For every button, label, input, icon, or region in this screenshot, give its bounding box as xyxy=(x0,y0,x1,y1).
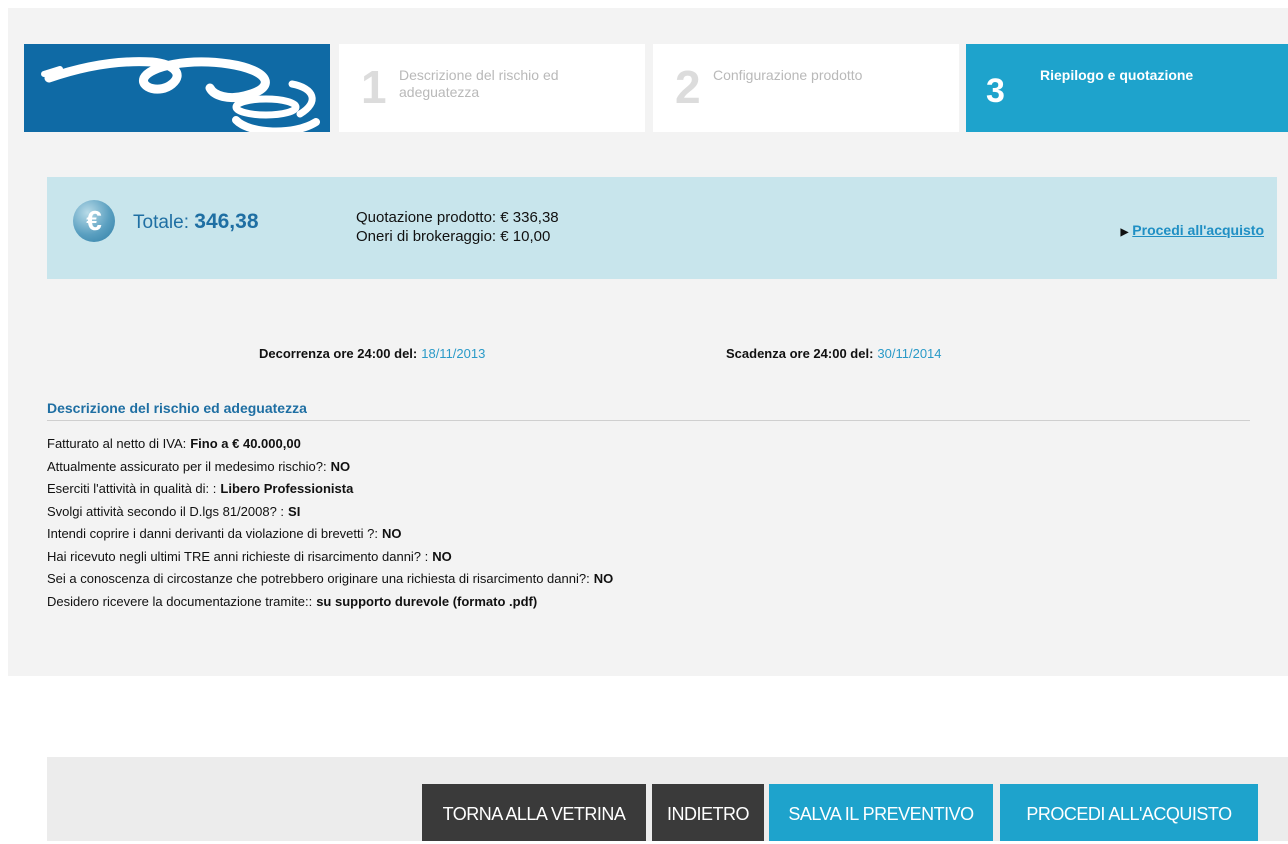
step-2[interactable]: 2 Configurazione prodotto xyxy=(653,44,959,132)
step-label: Configurazione prodotto xyxy=(713,67,863,83)
list-item: Attualmente assicurato per il medesimo r… xyxy=(47,459,613,482)
start-date-value: 18/11/2013 xyxy=(421,346,486,361)
back-button[interactable]: INDIETRO xyxy=(652,784,764,841)
risk-facts-list: Fatturato al netto di IVA: Fino a € 40.00… xyxy=(47,436,613,616)
list-item: Hai ricevuto negli ultimi TRE anni richi… xyxy=(47,549,613,572)
fact-question: Attualmente assicurato per il medesimo r… xyxy=(47,458,327,474)
back-to-store-button[interactable]: TORNA ALLA VETRINA xyxy=(422,784,646,841)
total-label-text: Totale: xyxy=(133,212,189,233)
fact-answer: NO xyxy=(381,526,402,541)
list-item: Intendi coprire i danni derivanti da vio… xyxy=(47,526,613,549)
total-box: € Totale: 346,38 Quotazione prodotto: € … xyxy=(47,177,1277,279)
euro-icon: € xyxy=(73,200,115,242)
step-label: Riepilogo e quotazione xyxy=(1040,67,1194,83)
fact-question: Desidero ricevere la documentazione tram… xyxy=(47,593,313,609)
fact-answer: Libero Professionista xyxy=(220,481,354,496)
fact-answer: Fino a € 40.000,00 xyxy=(190,436,301,451)
logo-swoosh-icon xyxy=(41,57,320,132)
fact-answer: su supporto durevole (formato .pdf) xyxy=(316,593,538,609)
product-quote: Quotazione prodotto: € 336,38 xyxy=(356,209,559,226)
fact-question: Eserciti l'attività in qualità di: : xyxy=(47,481,217,496)
save-quote-button[interactable]: SALVA IL PREVENTIVO xyxy=(769,784,993,841)
proceed-purchase-button[interactable]: PROCEDI ALL'ACQUISTO xyxy=(1000,784,1258,841)
fact-answer: NO xyxy=(432,548,452,564)
step-number: 1 xyxy=(361,61,387,113)
fact-answer: NO xyxy=(330,458,351,474)
fact-question: Hai ricevuto negli ultimi TRE anni richi… xyxy=(47,548,429,564)
step-1[interactable]: 1 Descrizione del rischio ed adeguatezza xyxy=(339,44,645,132)
end-date-value: 30/11/2014 xyxy=(877,346,942,361)
step-number: 2 xyxy=(675,61,701,113)
list-item: Sei a conoscenza di circostanze che potr… xyxy=(47,571,613,594)
start-date: Decorrenza ore 24:00 del: 18/11/2013 xyxy=(259,346,485,361)
fact-answer: SI xyxy=(288,503,301,519)
list-item: Desidero ricevere la documentazione tram… xyxy=(47,594,613,617)
fact-question: Fatturato al netto di IVA: xyxy=(47,436,187,451)
list-item: Svolgi attività secondo il D.lgs 81/2008… xyxy=(47,504,613,527)
end-date-label: Scadenza ore 24:00 del: xyxy=(726,346,874,361)
total-value: 346,38 xyxy=(194,210,259,233)
list-item: Fatturato al netto di IVA: Fino a € 40.00… xyxy=(47,436,613,459)
company-logo xyxy=(24,44,330,132)
fact-question: Sei a conoscenza di circostanze che potr… xyxy=(47,571,590,586)
total-label: Totale: 346,38 xyxy=(133,210,259,234)
quote-breakdown: Quotazione prodotto: € 336,38 Oneri di b… xyxy=(356,208,559,246)
brokerage-fee: Oneri di brokeraggio: € 10,00 xyxy=(356,228,551,245)
triangle-right-icon: ▶ xyxy=(1120,227,1129,238)
fact-question: Svolgi attività secondo il D.lgs 81/2008… xyxy=(47,503,285,519)
section-title: Descrizione del rischio ed adeguatezza xyxy=(47,400,1250,421)
end-date: Scadenza ore 24:00 del: 30/11/2014 xyxy=(726,346,942,361)
start-date-label: Decorrenza ore 24:00 del: xyxy=(259,346,418,361)
list-item: Eserciti l'attività in qualità di: : Libe… xyxy=(47,481,613,504)
step-label: Descrizione del rischio ed adeguatezza xyxy=(399,67,559,100)
proceed-purchase-link-text: Procedi all'acquisto xyxy=(1132,222,1264,238)
proceed-purchase-link[interactable]: ▶ Procedi all'acquisto xyxy=(1121,222,1264,238)
fact-answer: NO xyxy=(593,571,614,586)
step-number: 3 xyxy=(986,72,1005,110)
fact-question: Intendi coprire i danni derivanti da vio… xyxy=(47,526,378,541)
step-3[interactable]: 3 Riepilogo e quotazione xyxy=(966,44,1288,132)
